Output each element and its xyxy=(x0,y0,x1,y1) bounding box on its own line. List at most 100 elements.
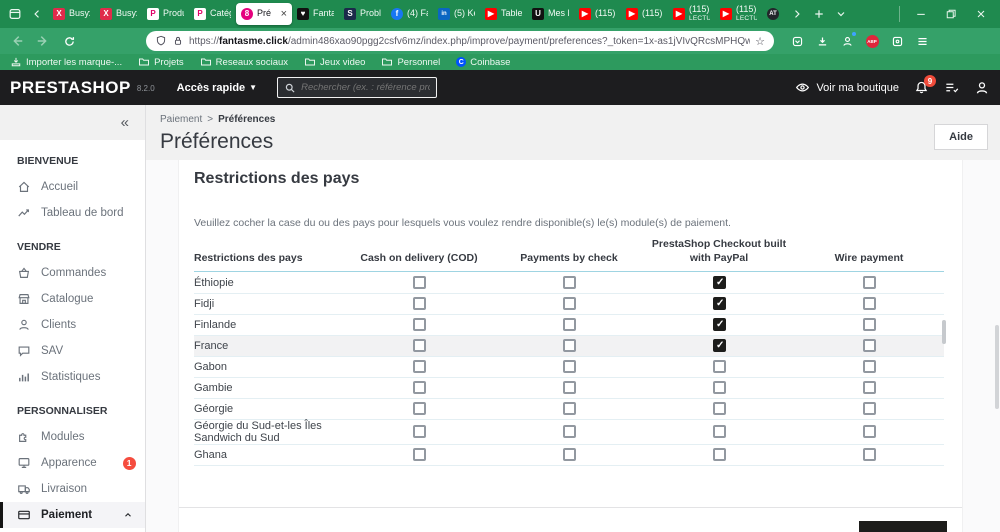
page-scrollbar[interactable] xyxy=(995,325,999,409)
payment-checkbox[interactable] xyxy=(562,360,576,374)
browser-tab[interactable]: U Mes P xyxy=(527,3,574,25)
sidebar-item-modules[interactable]: Modules xyxy=(0,424,145,450)
browser-tab[interactable]: f (4) Fac xyxy=(386,3,433,25)
payment-checkbox[interactable] xyxy=(412,402,426,416)
sidebar-item-livraison[interactable]: Livraison xyxy=(0,476,145,502)
addon-icon[interactable] xyxy=(886,31,908,51)
payment-checkbox[interactable] xyxy=(562,339,576,353)
payment-checkbox[interactable] xyxy=(712,297,726,311)
pocket-icon[interactable] xyxy=(786,31,808,51)
table-scrollbar[interactable] xyxy=(942,320,946,345)
sidebar-item-catalogue[interactable]: Catalogue xyxy=(0,286,145,312)
scroll-tabs-right-icon[interactable] xyxy=(786,3,808,25)
url-bar[interactable]: https://fantasme.click/admin486xao90pgg2… xyxy=(146,31,774,51)
lock-icon[interactable] xyxy=(172,35,184,47)
payment-checkbox[interactable] xyxy=(862,318,876,332)
adblock-icon[interactable]: ABP xyxy=(861,31,883,51)
payment-checkbox[interactable] xyxy=(562,402,576,416)
payment-checkbox[interactable] xyxy=(562,276,576,290)
bookmark-star-icon[interactable]: ☆ xyxy=(755,35,765,48)
sidebar-item-clients[interactable]: Clients xyxy=(0,312,145,338)
payment-checkbox[interactable] xyxy=(862,276,876,290)
reload-icon[interactable] xyxy=(58,31,80,51)
payment-checkbox[interactable] xyxy=(562,381,576,395)
payment-checkbox[interactable] xyxy=(412,448,426,462)
payment-checkbox[interactable] xyxy=(412,381,426,395)
bookmark-item[interactable]: Projets xyxy=(138,56,184,68)
payment-checkbox[interactable] xyxy=(562,425,576,439)
sidebar-item-tableau-de-bord[interactable]: Tableau de bord xyxy=(0,200,145,226)
account-icon[interactable] xyxy=(836,31,858,51)
payment-checkbox[interactable] xyxy=(862,381,876,395)
sidebar-item-apparence[interactable]: Apparence 1 xyxy=(0,450,145,476)
payment-checkbox[interactable] xyxy=(712,448,726,462)
save-button[interactable] xyxy=(859,521,947,532)
payment-checkbox[interactable] xyxy=(412,318,426,332)
forward-icon[interactable] xyxy=(32,31,54,51)
tab-close-icon[interactable]: × xyxy=(281,8,287,20)
payment-checkbox[interactable] xyxy=(862,339,876,353)
payment-checkbox[interactable] xyxy=(712,360,726,374)
quick-access-dropdown[interactable]: Accès rapide ▼ xyxy=(177,82,257,94)
new-tab-icon[interactable] xyxy=(808,3,830,25)
payment-checkbox[interactable] xyxy=(562,448,576,462)
payment-checkbox[interactable] xyxy=(862,448,876,462)
payment-checkbox[interactable] xyxy=(712,339,726,353)
close-window-icon[interactable] xyxy=(966,3,996,25)
browser-tab[interactable]: ▶ (115) T xyxy=(621,3,668,25)
help-button[interactable]: Aide xyxy=(934,124,988,150)
browser-tab[interactable]: in (5) Ke xyxy=(433,3,480,25)
browser-tab[interactable]: P Catég xyxy=(189,3,236,25)
collapse-sidebar-icon[interactable]: « xyxy=(121,114,129,131)
browser-tab[interactable]: P Produ xyxy=(142,3,189,25)
sidebar-item-commandes[interactable]: Commandes xyxy=(0,260,145,286)
browser-tab[interactable]: S Problè xyxy=(339,3,386,25)
sidebar-item-paiement[interactable]: Paiement xyxy=(0,502,145,528)
sidebar-item-sav[interactable]: SAV xyxy=(0,338,145,364)
profile-icon[interactable] xyxy=(974,80,990,96)
payment-checkbox[interactable] xyxy=(862,360,876,374)
browser-tab[interactable]: AT xyxy=(762,3,786,25)
menu-icon[interactable] xyxy=(911,31,933,51)
view-shop-button[interactable]: Voir ma boutique xyxy=(795,80,899,95)
browser-tab[interactable]: X Busyx xyxy=(48,3,95,25)
payment-checkbox[interactable] xyxy=(562,318,576,332)
browser-tab[interactable]: ▶ (115) JLECTURE xyxy=(715,3,762,25)
payment-checkbox[interactable] xyxy=(862,297,876,311)
tracking-shield-icon[interactable] xyxy=(155,35,167,47)
payment-checkbox[interactable] xyxy=(412,360,426,374)
browser-tab[interactable]: 8 Pré × xyxy=(236,3,292,25)
breadcrumb-parent[interactable]: Paiement xyxy=(160,114,202,125)
payment-checkbox[interactable] xyxy=(412,425,426,439)
admin-search[interactable] xyxy=(277,77,438,98)
payment-checkbox[interactable] xyxy=(712,402,726,416)
browser-tab[interactable]: ♥ Fanta xyxy=(292,3,339,25)
notifications-button[interactable]: 9 xyxy=(914,75,936,95)
back-icon[interactable] xyxy=(6,31,28,51)
browser-tab[interactable]: ▶ (115) A xyxy=(574,3,621,25)
browser-tab[interactable]: ▶ (115) JLECTURE xyxy=(668,3,715,25)
list-all-tabs-icon[interactable] xyxy=(830,3,852,25)
prestashop-logo[interactable]: PRESTASHOP xyxy=(10,78,131,98)
browser-tab[interactable]: X Busyx xyxy=(95,3,142,25)
activity-log-icon[interactable] xyxy=(944,80,959,95)
bookmark-item[interactable]: C Coinbase xyxy=(456,57,510,68)
restore-icon[interactable] xyxy=(936,3,966,25)
minimize-icon[interactable] xyxy=(906,3,936,25)
payment-checkbox[interactable] xyxy=(862,402,876,416)
firefox-view-icon[interactable] xyxy=(4,3,26,25)
search-input[interactable] xyxy=(301,82,431,93)
payment-checkbox[interactable] xyxy=(712,381,726,395)
bookmark-item[interactable]: Personnel xyxy=(381,56,440,68)
payment-checkbox[interactable] xyxy=(412,297,426,311)
bookmark-item[interactable]: Importer les marque-... xyxy=(10,56,122,68)
scroll-tabs-left-icon[interactable] xyxy=(26,3,48,25)
payment-checkbox[interactable] xyxy=(712,318,726,332)
sidebar-item-accueil[interactable]: Accueil xyxy=(0,174,145,200)
payment-checkbox[interactable] xyxy=(412,276,426,290)
downloads-icon[interactable] xyxy=(811,31,833,51)
payment-checkbox[interactable] xyxy=(562,297,576,311)
payment-checkbox[interactable] xyxy=(712,425,726,439)
sidebar-item-statistiques[interactable]: Statistiques xyxy=(0,364,145,390)
payment-checkbox[interactable] xyxy=(412,339,426,353)
